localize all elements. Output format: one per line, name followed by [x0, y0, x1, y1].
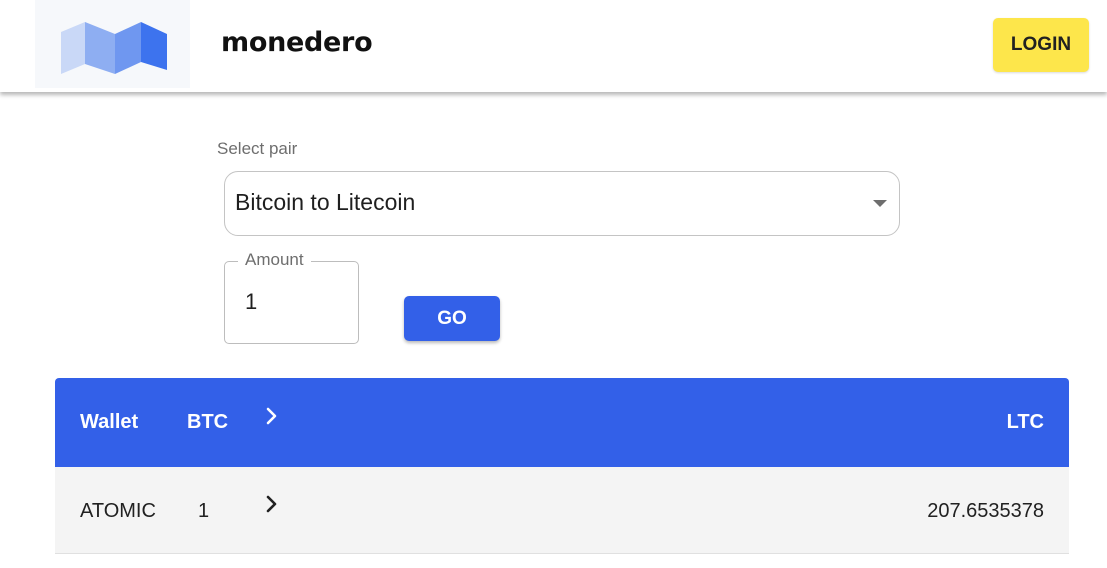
header-from-currency: BTC [187, 411, 229, 433]
app-header: monedero LOGIN [0, 0, 1107, 92]
row-from-amount: 1 [198, 500, 210, 522]
header-wallet: Wallet [80, 411, 139, 433]
table-row[interactable]: ATOMIC 1 207.6535378 [55, 467, 1069, 554]
results-table: Wallet BTC LTC ATOMIC 1 207.6535378 [55, 378, 1069, 568]
login-button[interactable]: LOGIN [993, 18, 1089, 72]
select-pair-label: Select pair [217, 139, 298, 158]
row-wallet: ATOMIC [80, 500, 156, 522]
go-button[interactable]: GO [404, 296, 500, 341]
brand-name: monedero [221, 27, 373, 58]
table-header: Wallet BTC LTC [55, 378, 1069, 467]
chevron-right-icon [265, 405, 279, 427]
row-to-amount: 207.6535378 [927, 500, 1044, 522]
caret-down-icon [873, 200, 887, 207]
amount-value: 1 [245, 289, 258, 314]
amount-field[interactable]: Amount 1 [224, 250, 359, 344]
header-to-currency: LTC [1006, 411, 1044, 433]
pair-select[interactable]: Bitcoin to Litecoin [224, 171, 900, 236]
pair-select-value: Bitcoin to Litecoin [235, 189, 416, 215]
chevron-right-icon [265, 493, 279, 515]
logo[interactable] [35, 0, 190, 88]
monedero-logo-icon [61, 22, 167, 74]
amount-label: Amount [238, 250, 311, 270]
